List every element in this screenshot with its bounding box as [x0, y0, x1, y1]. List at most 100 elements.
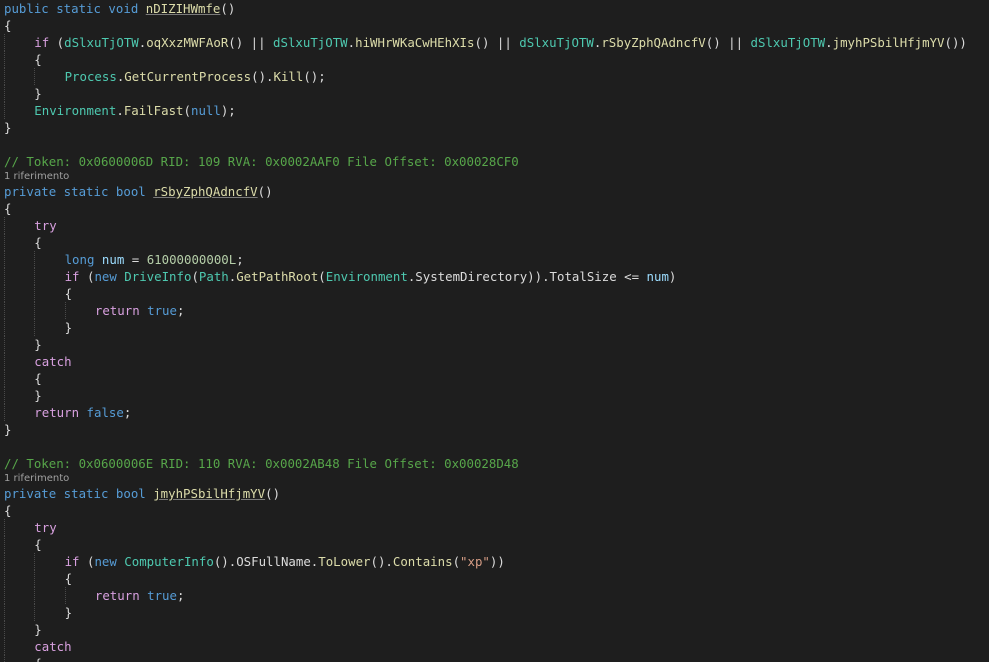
code-token: ()): [944, 35, 967, 50]
code-line: {: [0, 570, 989, 587]
code-line: {: [0, 655, 989, 662]
reference-count-label[interactable]: 1 riferimento: [4, 473, 69, 484]
code-token: num: [646, 269, 669, 284]
indent-guide: [64, 302, 95, 319]
indent-guide: [4, 353, 34, 370]
code-token: .: [825, 35, 833, 50]
code-line: {: [0, 536, 989, 553]
code-line: // Token: 0x0600006E RID: 110 RVA: 0x000…: [0, 455, 989, 472]
indent-guide: [34, 553, 64, 570]
indent-guide: [4, 102, 34, 119]
code-token: DriveInfo: [124, 269, 192, 284]
indent-guide: [4, 234, 34, 251]
code-token: {: [4, 503, 12, 518]
code-token[interactable]: rSbyZphQAdncfV: [153, 184, 257, 199]
code-line: public static void nDIZIHWmfe(): [0, 0, 989, 17]
code-token: }: [64, 605, 73, 620]
code-token: ;: [176, 588, 185, 603]
reference-count-lens[interactable]: 1 riferimento: [0, 472, 989, 485]
code-token: }: [64, 320, 73, 335]
code-token: {: [34, 52, 42, 67]
code-token: GetPathRoot: [236, 269, 319, 284]
indent-guide: [34, 604, 64, 621]
code-token: () ||: [474, 35, 520, 50]
code-token: (: [49, 35, 65, 50]
code-line: {: [0, 51, 989, 68]
code-token: num: [101, 252, 125, 267]
code-token: {: [34, 656, 41, 662]
code-token: );: [220, 103, 236, 118]
code-token: {: [34, 371, 42, 386]
code-token: if: [64, 554, 80, 569]
code-token: private static bool: [4, 486, 154, 501]
code-token: return: [34, 405, 80, 420]
code-token: hiWHrWKaCwHEhXIs: [355, 35, 475, 50]
code-line: }: [0, 387, 989, 404]
code-token: rSbyZphQAdncfV: [601, 35, 706, 50]
code-token[interactable]: nDIZIHWmfe: [146, 1, 221, 16]
code-token[interactable]: jmyhPSbilHfjmYV: [153, 486, 265, 501]
code-token: {: [64, 286, 73, 301]
code-line: }: [0, 421, 989, 438]
code-token: // Token: 0x0600006D RID: 109 RVA: 0x000…: [4, 154, 519, 169]
code-token: new: [94, 269, 117, 284]
code-token: try: [34, 520, 57, 535]
indent-guide: [34, 570, 64, 587]
code-token: {: [34, 537, 42, 552]
code-token: }: [4, 120, 12, 135]
code-line: }: [0, 85, 989, 102]
code-token: null: [190, 103, 221, 118]
code-token: .SystemDirectory)).TotalSize <=: [407, 269, 647, 284]
indent-guide: [4, 655, 34, 662]
code-token: (: [318, 269, 326, 284]
indent-guide: [4, 604, 34, 621]
code-token: {: [4, 18, 12, 33]
code-line: return false;: [0, 404, 989, 421]
indent-guide: [34, 68, 64, 85]
code-token: )): [489, 554, 505, 569]
code-token: (: [452, 554, 461, 569]
indent-guide: [4, 217, 34, 234]
indent-guide: [64, 587, 95, 604]
code-token: ComputerInfo: [124, 554, 214, 569]
indent-guide: [34, 285, 64, 302]
code-token: return: [94, 303, 140, 318]
reference-count-lens[interactable]: 1 riferimento: [0, 170, 989, 183]
code-line: }: [0, 336, 989, 353]
code-editor[interactable]: public static void nDIZIHWmfe(){if (dSlx…: [0, 0, 989, 662]
code-line: Environment.FailFast(null);: [0, 102, 989, 119]
code-line: {: [0, 234, 989, 251]
indent-guide: [4, 621, 34, 638]
code-token: 61000000000L: [146, 252, 237, 267]
code-line: return true;: [0, 587, 989, 604]
code-token: }: [34, 388, 42, 403]
code-token: {: [4, 201, 12, 216]
code-token: (): [265, 486, 281, 501]
code-token: {: [34, 235, 42, 250]
code-token: if: [64, 269, 80, 284]
code-token: dSlxuTjOTW: [273, 35, 348, 50]
code-line: {: [0, 502, 989, 519]
code-line: {: [0, 200, 989, 217]
reference-count-label[interactable]: 1 riferimento: [4, 171, 69, 182]
code-token: catch: [34, 639, 72, 654]
code-line: }: [0, 604, 989, 621]
indent-guide: [34, 302, 64, 319]
code-token: false: [86, 405, 124, 420]
code-token: ().: [251, 69, 274, 84]
indent-guide: [4, 387, 34, 404]
code-token: dSlxuTjOTW: [64, 35, 139, 50]
code-token: ): [668, 269, 677, 284]
indent-guide: [4, 370, 34, 387]
indent-guide: [4, 638, 34, 655]
code-token: Process: [64, 69, 117, 84]
code-token: try: [34, 218, 57, 233]
code-token: GetCurrentProcess: [124, 69, 252, 84]
code-token: dSlxuTjOTW: [519, 35, 594, 50]
indent-guide: [4, 336, 34, 353]
code-token: }: [34, 622, 42, 637]
